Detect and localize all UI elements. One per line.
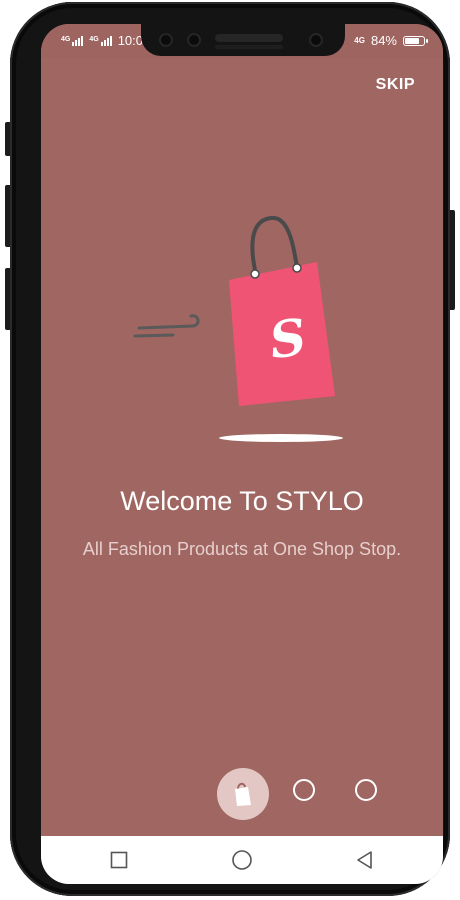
skip-button[interactable]: SKIP [376,76,415,94]
bag-shadow [219,434,343,442]
battery-percent: 84% [370,33,397,48]
back-triangle-icon [357,851,372,869]
sensor-icon [309,33,323,47]
signal-icon: 4G [61,35,84,46]
phone-frame: 4G 4G 10:0 4G 84% SKIP S Welcome To STYL… [10,2,450,896]
welcome-title: Welcome To STYLO [120,486,364,516]
clock: 10:0 [117,33,143,48]
battery-level [405,37,420,44]
home-button[interactable] [228,846,256,874]
shopping-bag-icon [235,782,251,806]
page-indicator-1-active[interactable] [217,768,269,820]
network-type-label: 4G [61,35,71,43]
system-nav-bar [41,836,443,884]
camera-notch [141,24,345,56]
speaker-grille [215,34,283,42]
app-screen: 4G 4G 10:0 4G 84% SKIP S Welcome To STYL… [41,24,443,884]
motion-lines-icon [133,314,200,338]
speaker-grille [215,45,283,49]
battery-icon [403,35,428,46]
signal-icon: 4G [89,35,112,46]
status-bar-right: 4G 84% [354,33,428,48]
network-type-label: 4G [89,35,99,43]
recent-apps-button[interactable] [105,846,133,874]
back-button[interactable] [351,846,379,874]
page: 4G 4G 10:0 4G 84% SKIP S Welcome To STYL… [0,0,460,900]
circle-icon [232,850,252,870]
square-icon [110,851,128,869]
shopping-bag-illustration: S [133,215,343,442]
status-bar-left: 4G 4G 10:0 [61,33,143,48]
welcome-subtitle: All Fashion Products at One Shop Stop. [82,539,402,559]
network-type-label: 4G [354,36,365,45]
page-indicator-3[interactable] [355,779,377,801]
camera-icon [159,33,173,47]
page-indicator-2[interactable] [293,779,315,801]
camera-icon [187,33,201,47]
shopping-bag-icon: S [229,215,335,406]
